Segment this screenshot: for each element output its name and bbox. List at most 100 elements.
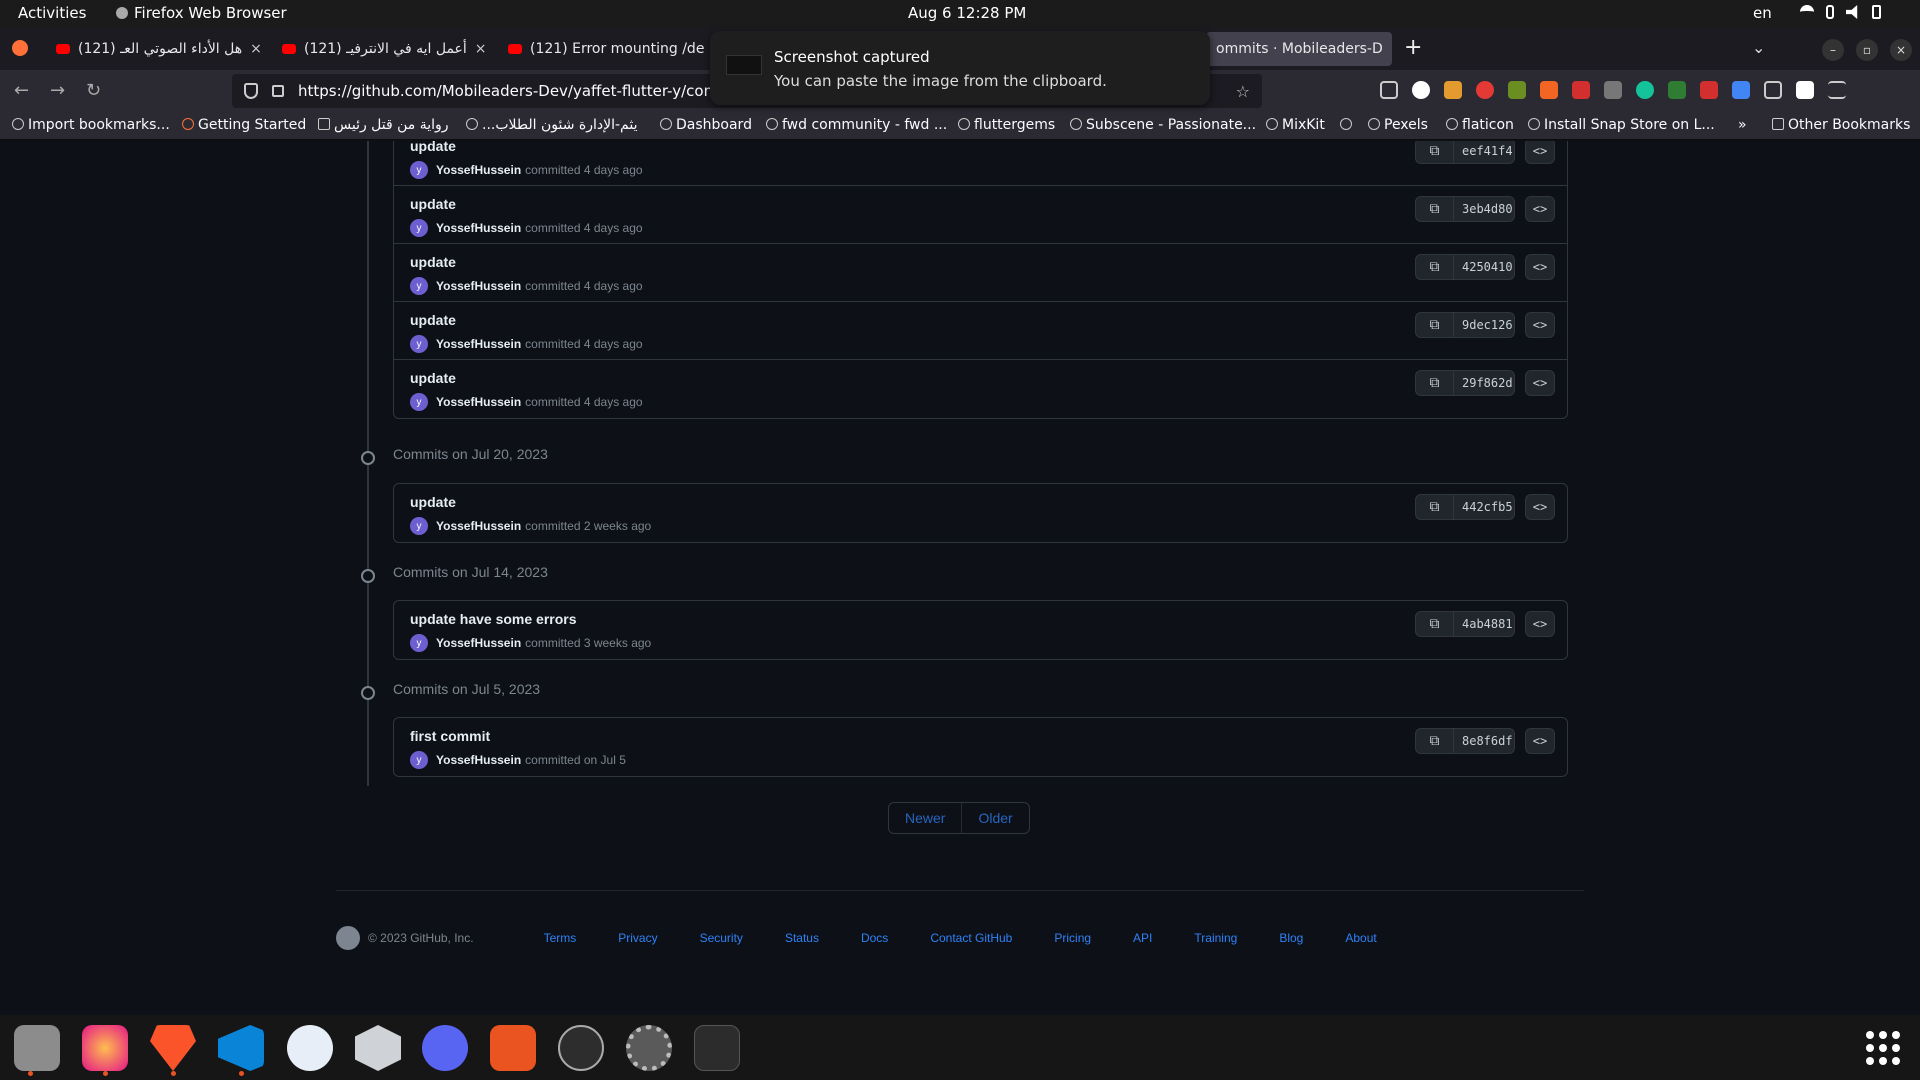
tab-youtube-3[interactable]: (121) Error mounting /de× <box>498 32 714 66</box>
footer-link-status[interactable]: Status <box>785 931 819 945</box>
bookmark-mixkit[interactable]: MixKit <box>1266 117 1325 133</box>
close-tab-icon[interactable]: × <box>250 41 262 57</box>
older-button[interactable]: Older <box>961 803 1028 833</box>
android-studio-icon[interactable] <box>287 1025 333 1071</box>
commit-message[interactable]: update <box>410 494 456 510</box>
avatar[interactable]: y <box>410 335 428 353</box>
keyboard-language[interactable]: en <box>1753 4 1772 22</box>
copy-sha-icon[interactable]: ⧉ <box>1416 255 1454 279</box>
bookmark-subscene[interactable]: Subscene - Passionate... <box>1070 117 1256 133</box>
bookmark-fwd-community[interactable]: fwd community - fwd ... <box>766 117 947 133</box>
firefox-view-icon[interactable] <box>12 40 28 56</box>
extension-icon[interactable] <box>1572 81 1590 99</box>
bookmark-pexels[interactable]: Pexels <box>1368 117 1428 133</box>
extension-icon[interactable] <box>1476 81 1494 99</box>
footer-link-blog[interactable]: Blog <box>1279 931 1303 945</box>
copy-sha-icon[interactable]: ⧉ <box>1416 313 1454 337</box>
commit-message[interactable]: update <box>410 141 456 154</box>
unity-icon[interactable] <box>355 1025 401 1071</box>
browse-repo-button[interactable]: <> <box>1525 494 1555 520</box>
commit-author[interactable]: YossefHussein <box>436 395 521 409</box>
avatar[interactable]: y <box>410 751 428 769</box>
footer-link-privacy[interactable]: Privacy <box>618 931 657 945</box>
extension-icon[interactable] <box>1604 81 1622 99</box>
avatar[interactable]: y <box>410 277 428 295</box>
copy-sha-icon[interactable]: ⧉ <box>1416 495 1454 519</box>
commit-author[interactable]: YossefHussein <box>436 636 521 650</box>
avatar[interactable]: y <box>410 517 428 535</box>
reload-icon[interactable]: ↻ <box>86 80 101 101</box>
screenshot-notification[interactable]: Screenshot captured You can paste the im… <box>710 31 1210 105</box>
avatar[interactable]: y <box>410 161 428 179</box>
browse-repo-button[interactable]: <> <box>1525 611 1555 637</box>
extension-y-icon[interactable] <box>1412 81 1430 99</box>
github-logo-icon[interactable] <box>336 926 360 950</box>
browse-repo-button[interactable]: <> <box>1525 254 1555 280</box>
terminal-icon[interactable] <box>694 1025 740 1071</box>
tab-youtube-1[interactable]: (121) هل الأداء الصوتي العـ × <box>46 32 262 66</box>
commit-author[interactable]: YossefHussein <box>436 221 521 235</box>
back-arrow-icon[interactable]: ← <box>14 80 29 101</box>
new-tab-button[interactable]: + <box>1404 35 1422 60</box>
copy-sha-icon[interactable]: ⧉ <box>1416 371 1454 395</box>
footer-link-contact[interactable]: Contact GitHub <box>930 931 1012 945</box>
commit-author[interactable]: YossefHussein <box>436 519 521 533</box>
extension-icon[interactable] <box>1508 81 1526 99</box>
commit-sha[interactable]: 442cfb5 <box>1462 500 1513 514</box>
footer-link-training[interactable]: Training <box>1194 931 1237 945</box>
forward-arrow-icon[interactable]: → <box>50 80 65 101</box>
extension-icon[interactable] <box>1668 81 1686 99</box>
vscode-icon[interactable] <box>218 1025 264 1071</box>
bookmark-fluttergems[interactable]: fluttergems <box>958 117 1055 133</box>
commit-sha[interactable]: 29f862d <box>1462 376 1513 390</box>
commit-message[interactable]: update <box>410 254 456 270</box>
commit-author[interactable]: YossefHussein <box>436 337 521 351</box>
browse-repo-button[interactable]: <> <box>1525 728 1555 754</box>
footer-link-security[interactable]: Security <box>700 931 743 945</box>
commit-sha[interactable]: 3eb4d80 <box>1462 202 1513 216</box>
browse-repo-button[interactable]: <> <box>1525 312 1555 338</box>
commit-message[interactable]: update have some errors <box>410 611 577 627</box>
commit-sha[interactable]: 4ab4881 <box>1462 617 1513 631</box>
list-tabs-chevron-icon[interactable]: ⌄ <box>1752 38 1765 57</box>
commit-sha[interactable]: 4250410 <box>1462 260 1513 274</box>
tracking-shield-icon[interactable] <box>244 83 258 99</box>
firefox-icon[interactable] <box>82 1025 128 1071</box>
translate-icon[interactable] <box>1732 81 1750 99</box>
activities-button[interactable]: Activities <box>18 4 86 22</box>
footer-link-api[interactable]: API <box>1133 931 1152 945</box>
extension-icon[interactable] <box>1540 81 1558 99</box>
bookmark-getting-started[interactable]: Getting Started <box>182 117 306 133</box>
footer-link-pricing[interactable]: Pricing <box>1054 931 1091 945</box>
settings-gear-icon[interactable] <box>626 1025 672 1071</box>
pocket-icon[interactable] <box>1380 81 1398 99</box>
grammarly-icon[interactable] <box>1636 81 1654 99</box>
menu-hamburger-icon[interactable] <box>1828 81 1846 99</box>
copy-sha-icon[interactable]: ⧉ <box>1416 197 1454 221</box>
bookmark-other-bookmarks[interactable]: Other Bookmarks <box>1772 117 1910 133</box>
close-tab-icon[interactable]: × <box>475 41 487 57</box>
discord-icon[interactable] <box>422 1025 468 1071</box>
close-tab-icon[interactable]: × <box>1391 41 1392 57</box>
copy-sha-icon[interactable]: ⧉ <box>1416 141 1454 163</box>
lock-icon[interactable] <box>272 85 284 97</box>
avatar[interactable]: y <box>410 393 428 411</box>
commit-sha[interactable]: 9dec126 <box>1462 318 1513 332</box>
minimize-button[interactable]: – <box>1822 39 1844 61</box>
footer-link-docs[interactable]: Docs <box>861 931 888 945</box>
browse-repo-button[interactable]: <> <box>1525 141 1555 164</box>
bookmark-import[interactable]: Import bookmarks... <box>12 117 170 133</box>
bookmark-students[interactable]: ...يثم-الإدارة شئون الطلاب <box>466 117 638 133</box>
commit-message[interactable]: first commit <box>410 728 490 744</box>
clock[interactable]: Aug 6 12:28 PM <box>908 4 1026 22</box>
bookmark-flaticon[interactable]: flaticon <box>1446 117 1514 133</box>
copy-sha-icon[interactable]: ⧉ <box>1416 729 1454 753</box>
bookmark-dashboard[interactable]: Dashboard <box>660 117 752 133</box>
extension-play-icon[interactable] <box>1796 81 1814 99</box>
browse-repo-button[interactable]: <> <box>1525 370 1555 396</box>
extensions-puzzle-icon[interactable] <box>1764 81 1782 99</box>
url-text[interactable]: https://github.com/Mobileaders-Dev/yaffe… <box>298 82 737 100</box>
commit-sha[interactable]: eef41f4 <box>1462 144 1513 158</box>
tab-youtube-2[interactable]: (121) أعمل ايه في الانترفيـ × <box>272 32 488 66</box>
show-apps-grid-icon[interactable] <box>1866 1031 1900 1065</box>
